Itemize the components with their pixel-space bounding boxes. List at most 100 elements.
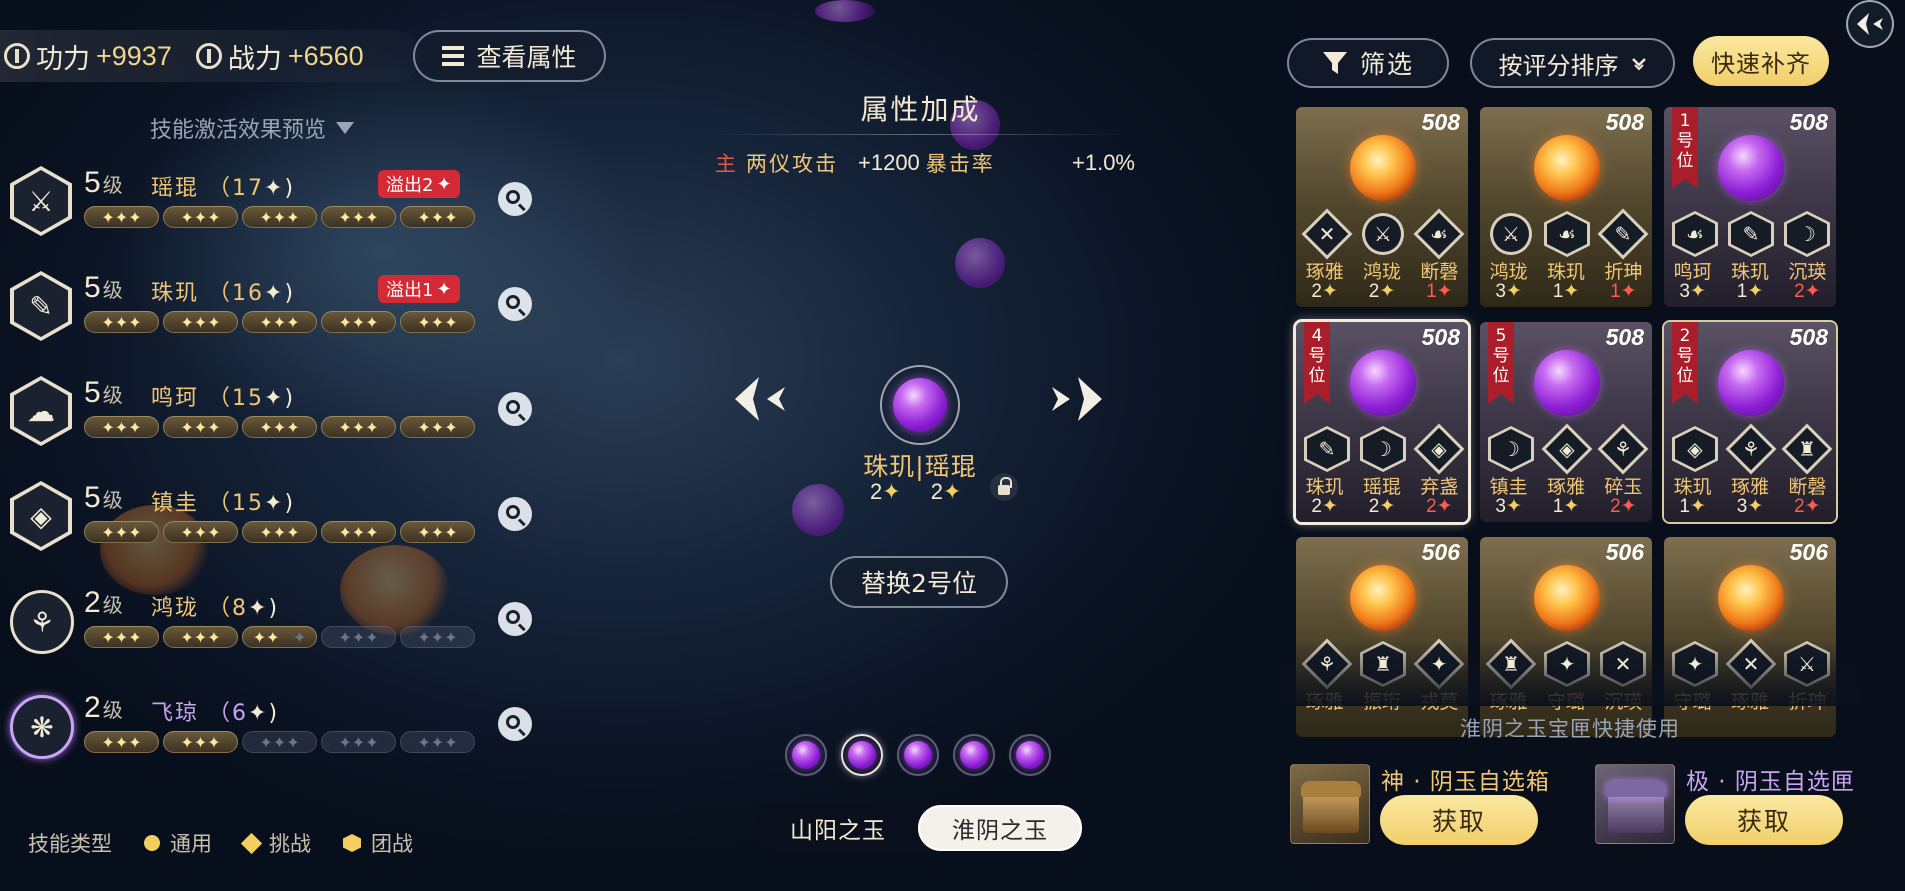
- jade-card[interactable]: 5号位 508 ☽ ◈ ⚘ 镇圭 琢雅 碎玉 3✦ 1✦ 2✦: [1480, 322, 1652, 522]
- jade-skill-icon: ☙: [1416, 211, 1462, 257]
- star-left-value: 2: [870, 479, 883, 504]
- skill-detail-button[interactable]: [498, 182, 532, 216]
- star-segment: ✦✦✦: [242, 626, 317, 648]
- card-score: 508: [1421, 109, 1460, 135]
- slot-ribbon: 4号位: [1304, 322, 1330, 404]
- background-orb: [955, 238, 1005, 288]
- card-skill-stars: 1✦: [1552, 281, 1580, 302]
- skill-detail-button[interactable]: [498, 602, 532, 636]
- jade-card[interactable]: 506 ⚘♜✦ 琢雅振珩戎莫: [1296, 537, 1468, 737]
- skill-count: （17: [208, 176, 265, 201]
- tab-huaiyin[interactable]: 淮阴之玉: [918, 805, 1082, 851]
- box1-get-button[interactable]: 获取: [1380, 795, 1538, 845]
- overflow-text: 溢出1: [386, 280, 434, 301]
- skill-level: 5级: [84, 166, 123, 200]
- star-segment: ✦✦✦: [84, 416, 159, 438]
- card-skill-stars: 2✦: [1368, 496, 1396, 517]
- card-skill-value: 1: [1552, 496, 1564, 517]
- fire-jade-icon: [1350, 565, 1416, 631]
- skill-name: 鸿珑 （8✦): [151, 596, 280, 621]
- jade-card[interactable]: 508 ✕ ⚔ ☙ 琢雅 鸿珑 断磬 2✦ 2✦ 1✦: [1296, 107, 1468, 307]
- gongli-stat: 功力 +9937: [4, 37, 172, 76]
- search-icon: [506, 715, 520, 729]
- card-skill-value: 1: [1679, 496, 1690, 517]
- card-skill-stars: 2✦: [1311, 281, 1338, 302]
- jade-card[interactable]: 506 ♜✦✕ 琢雅守璐沉瑛: [1480, 537, 1652, 737]
- skill-name-text: 鸿珑: [151, 596, 200, 621]
- jade-skill-icon: ☙: [1672, 211, 1718, 257]
- skill-level: 5级: [84, 376, 123, 410]
- card-skill-stars: 2✦: [1794, 496, 1821, 517]
- skill-preview-toggle[interactable]: 技能激活效果预览: [150, 112, 355, 144]
- fire-jade-icon: [1350, 135, 1416, 201]
- filter-funnel-icon: [1322, 52, 1347, 74]
- star-segment: ✦✦✦: [321, 311, 396, 333]
- slot-page-dot[interactable]: [1009, 734, 1051, 776]
- star-progress: ✦✦✦✦✦✦✦✦✦✦✦✦✦✦✦: [84, 311, 475, 333]
- lock-button[interactable]: [990, 473, 1018, 501]
- card-skill-stars: 3✦: [1736, 496, 1764, 517]
- attribute-bonus-row: 主 两仪攻击 +1200 暴击率 +1.0%: [715, 148, 1135, 178]
- replace-slot-button[interactable]: 替换2号位: [830, 556, 1008, 608]
- skill-name: 飞琼 （6✦): [151, 701, 280, 726]
- star-segment: ✦✦✦: [84, 521, 159, 543]
- skill-glyph: ◈: [30, 499, 52, 533]
- next-arrow-button[interactable]: [1048, 370, 1106, 428]
- level-unit: 级: [102, 700, 123, 722]
- slot-page-dot[interactable]: [841, 734, 883, 776]
- jade-card[interactable]: 506 ✦✕⚔ 守璐琢雅折珅: [1664, 537, 1836, 737]
- tab-shanyang[interactable]: 山阳之玉: [758, 805, 918, 851]
- skill-detail-button[interactable]: [498, 392, 532, 426]
- purple-jade-icon: [1718, 135, 1784, 201]
- jade-skill-icon: ☽: [1784, 211, 1830, 257]
- box1-name: 神 · 阴玉自选箱: [1381, 769, 1550, 795]
- jade-card[interactable]: 2号位 508 ◈ ⚘ ♜ 珠玑 琢雅 断磬 1✦ 3✦ 2✦: [1664, 322, 1836, 522]
- box2-get-button[interactable]: 获取: [1685, 795, 1843, 845]
- back-button[interactable]: [1846, 0, 1894, 48]
- background-orb: [792, 484, 844, 536]
- skill-emblem-icon: ⚘: [10, 590, 74, 654]
- skill-detail-button[interactable]: [498, 497, 532, 531]
- box2-name: 极 · 阴玉自选匣: [1686, 769, 1855, 795]
- level-unit: 级: [102, 280, 123, 302]
- challenge-diamond-icon: [240, 832, 263, 854]
- skill-name-text: 瑶琨: [151, 176, 200, 201]
- star-segment: ✦✦✦: [242, 206, 317, 228]
- star-segment: ✦✦✦: [321, 206, 396, 228]
- skill-level-value: 5: [84, 481, 101, 514]
- skill-name-text: 鸣珂: [151, 386, 200, 411]
- chevron-down-icon: [336, 122, 355, 134]
- level-unit: 级: [102, 385, 123, 407]
- jade-card[interactable]: 508 ⚔ ☙ ✎ 鸿珑 珠玑 折珅 3✦ 1✦ 1✦: [1480, 107, 1652, 307]
- star-segment: ✦✦✦: [242, 416, 317, 438]
- view-attributes-button[interactable]: 查看属性: [413, 30, 606, 82]
- legend-challenge: 挑战: [240, 828, 311, 858]
- skill-level-value: 2: [84, 586, 101, 619]
- skill-name: 镇圭 （15✦): [151, 491, 296, 516]
- sort-dropdown[interactable]: 按评分排序: [1470, 38, 1675, 88]
- star-progress: ✦✦✦✦✦✦✦✦✦✦✦✦✦✦✦: [84, 626, 475, 648]
- filter-button[interactable]: 筛选: [1287, 38, 1449, 88]
- card-skill-values: 1✦ 3✦ 2✦: [1664, 495, 1836, 518]
- card-score: 506: [1421, 539, 1460, 565]
- slot-page-dot[interactable]: [953, 734, 995, 776]
- skill-detail-button[interactable]: [498, 707, 532, 741]
- skill-name-text: 珠玑: [151, 281, 200, 306]
- skill-detail-button[interactable]: [498, 287, 532, 321]
- quick-fill-button[interactable]: 快速补齐: [1693, 36, 1829, 86]
- jade-card[interactable]: 4号位 508 ✎ ☽ ◈ 珠玑 瑶琨 弃盏 2✦ 2✦ 2✦: [1296, 322, 1468, 522]
- jade-skill-icon: ✎: [1728, 211, 1774, 257]
- jade-skill-icon: ⚔: [1360, 211, 1406, 257]
- previous-arrow-button[interactable]: [731, 370, 789, 428]
- level-unit: 级: [102, 490, 123, 512]
- jade-card[interactable]: 1号位 508 ☙ ✎ ☽ 鸣珂 珠玑 沉瑛 3✦ 1✦ 2✦: [1664, 107, 1836, 307]
- star-segment: ✦✦✦: [400, 206, 475, 228]
- legend-title: 技能类型: [28, 832, 112, 856]
- selected-jade-slot[interactable]: [880, 365, 960, 445]
- jade-skill-icon: ⚔: [1488, 211, 1534, 257]
- skill-level: 5级: [84, 271, 123, 305]
- slot-page-dot[interactable]: [897, 734, 939, 776]
- gongli-value: +9937: [96, 40, 172, 71]
- slot-page-dot[interactable]: [785, 734, 827, 776]
- star-segment: ✦✦✦: [163, 311, 238, 333]
